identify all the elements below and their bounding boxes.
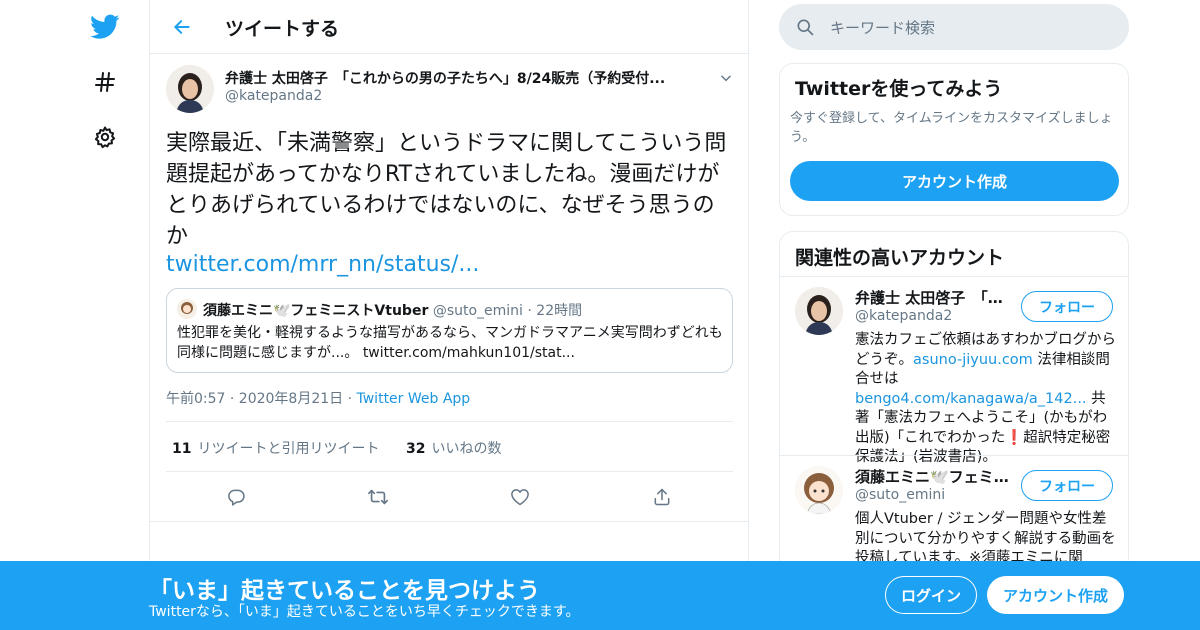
follow-button[interactable]: フォロー: [1021, 291, 1113, 322]
tweet-timestamp[interactable]: 午前0:57 · 2020年8月21日: [166, 391, 343, 407]
signup-card-title: Twitterを使ってみよう: [795, 78, 1003, 100]
twitter-logo-icon[interactable]: [80, 5, 130, 49]
related-account[interactable]: 須藤エミニ🕊️フェミニストVtuber @suto_emini フォロー 個人V…: [780, 456, 1128, 570]
banner-create-account-button[interactable]: アカウント作成: [987, 576, 1124, 614]
bio-link[interactable]: bengo4.com/kanagawa/a_142...: [855, 391, 1087, 407]
author-name[interactable]: 弁護士 太田啓子 「これからの男の子たちへ」8/24販売（予約受付...: [225, 68, 705, 88]
banner-subtitle: Twitterなら、「いま」起きていることをいち早くチェックできます。: [149, 604, 580, 620]
create-account-button[interactable]: アカウント作成: [790, 161, 1119, 201]
search-icon: [795, 17, 815, 41]
quote-header: 須藤エミニ🕊️フェミニストVtuber @suto_emini · 22時間: [203, 300, 582, 320]
account-avatar[interactable]: [795, 466, 843, 514]
signup-card-desc: 今すぐ登録して、タイムラインをカスタマイズしましょう。: [790, 111, 1113, 145]
account-bio: 個人Vtuber / ジェンダー問題や女性差別について分かりやすく解説する動画を…: [855, 511, 1116, 566]
retweet-count-number: 11: [172, 441, 192, 457]
follow-button[interactable]: フォロー: [1021, 470, 1113, 501]
retweet-count[interactable]: 11 リツイートと引用リツイート: [172, 438, 379, 458]
login-button[interactable]: ログイン: [885, 576, 977, 614]
banner-title: 「いま」起きていることを見つけよう: [149, 578, 540, 604]
account-handle[interactable]: @suto_emini: [855, 487, 945, 503]
signup-banner: 「いま」起きていることを見つけよう Twitterなら、「いま」起きていることを…: [0, 561, 1200, 630]
retweet-count-label: リツイートと引用リツイート: [197, 441, 380, 457]
back-arrow-icon[interactable]: [166, 11, 198, 43]
like-count-label: いいねの数: [431, 441, 502, 457]
explore-hashtag-icon[interactable]: [80, 60, 130, 104]
chevron-down-icon[interactable]: [716, 68, 736, 88]
search-input[interactable]: キーワード検索: [830, 17, 935, 38]
related-account[interactable]: 弁護士 太田啓子 「これからの男の子たちへ」 @katepanda2 フォロー …: [780, 277, 1128, 465]
tweet-link[interactable]: twitter.com/mrr_nn/status/...: [166, 249, 479, 280]
like-count-number: 32: [406, 441, 426, 457]
reply-icon[interactable]: [221, 482, 251, 512]
account-avatar[interactable]: [795, 287, 843, 335]
quote-handle: @suto_emini: [432, 303, 523, 319]
related-accounts-title: 関連性の高いアカウント: [795, 247, 1005, 269]
account-name[interactable]: 須藤エミニ🕊️フェミニストVtuber: [855, 466, 1015, 487]
quote-link[interactable]: twitter.com/mahkun101/stat...: [363, 345, 575, 361]
signup-card: Twitterを使ってみよう 今すぐ登録して、タイムラインをカスタマイズしましょ…: [779, 63, 1129, 216]
share-icon[interactable]: [647, 482, 677, 512]
quote-separator: ·: [527, 303, 532, 319]
search-bar[interactable]: キーワード検索: [779, 4, 1129, 50]
meta-separator: ·: [347, 391, 353, 407]
retweet-icon[interactable]: [363, 482, 393, 512]
quote-body: 性犯罪を美化・軽視するような描写があるなら、マンガドラマアニメ実写問わずどれも同…: [177, 323, 727, 363]
bio-link[interactable]: asuno-jiyuu.com: [913, 352, 1033, 368]
tweet-source[interactable]: Twitter Web App: [357, 391, 471, 407]
tweet-text: 実際最近、「未満警察」というドラマに関してこういう問題提起があってかなりRTされ…: [166, 131, 727, 249]
quote-name: 須藤エミニ🕊️フェミニストVtuber: [203, 303, 429, 319]
page-title: ツイートする: [225, 18, 340, 40]
account-bio: 憲法カフェご依頼はあすわかブログからどうぞ。asuno-jiyuu.com 法律…: [855, 331, 1117, 468]
account-handle[interactable]: @katepanda2: [855, 308, 952, 324]
author-handle[interactable]: @katepanda2: [225, 88, 322, 104]
author-avatar[interactable]: [166, 65, 214, 113]
settings-gear-icon[interactable]: [80, 115, 130, 159]
tweet-actions: [150, 482, 748, 512]
account-name[interactable]: 弁護士 太田啓子 「これからの男の子たちへ」: [855, 287, 1015, 308]
page: ツイートする 弁護士 太田啓子 「これからの男の子たちへ」8/24販売（予約受付…: [0, 0, 1200, 630]
quote-avatar: [177, 299, 197, 319]
quote-time: 22時間: [536, 303, 583, 319]
related-accounts-card: 関連性の高いアカウント 弁護士 太田啓子 「これからの男の子たちへ」 @kate…: [779, 231, 1129, 571]
like-count[interactable]: 32 いいねの数: [406, 438, 501, 458]
engagement-counts: 11 リツイートと引用リツイート 32 いいねの数: [166, 421, 733, 472]
tweet: 弁護士 太田啓子 「これからの男の子たちへ」8/24販売（予約受付... @ka…: [150, 54, 748, 522]
quoted-tweet[interactable]: 須藤エミニ🕊️フェミニストVtuber @suto_emini · 22時間 性…: [166, 288, 733, 373]
page-header: ツイートする: [150, 0, 748, 54]
main-column: ツイートする 弁護士 太田啓子 「これからの男の子たちへ」8/24販売（予約受付…: [149, 0, 749, 630]
like-heart-icon[interactable]: [505, 482, 535, 512]
tweet-meta: 午前0:57 · 2020年8月21日 · Twitter Web App: [166, 388, 470, 408]
